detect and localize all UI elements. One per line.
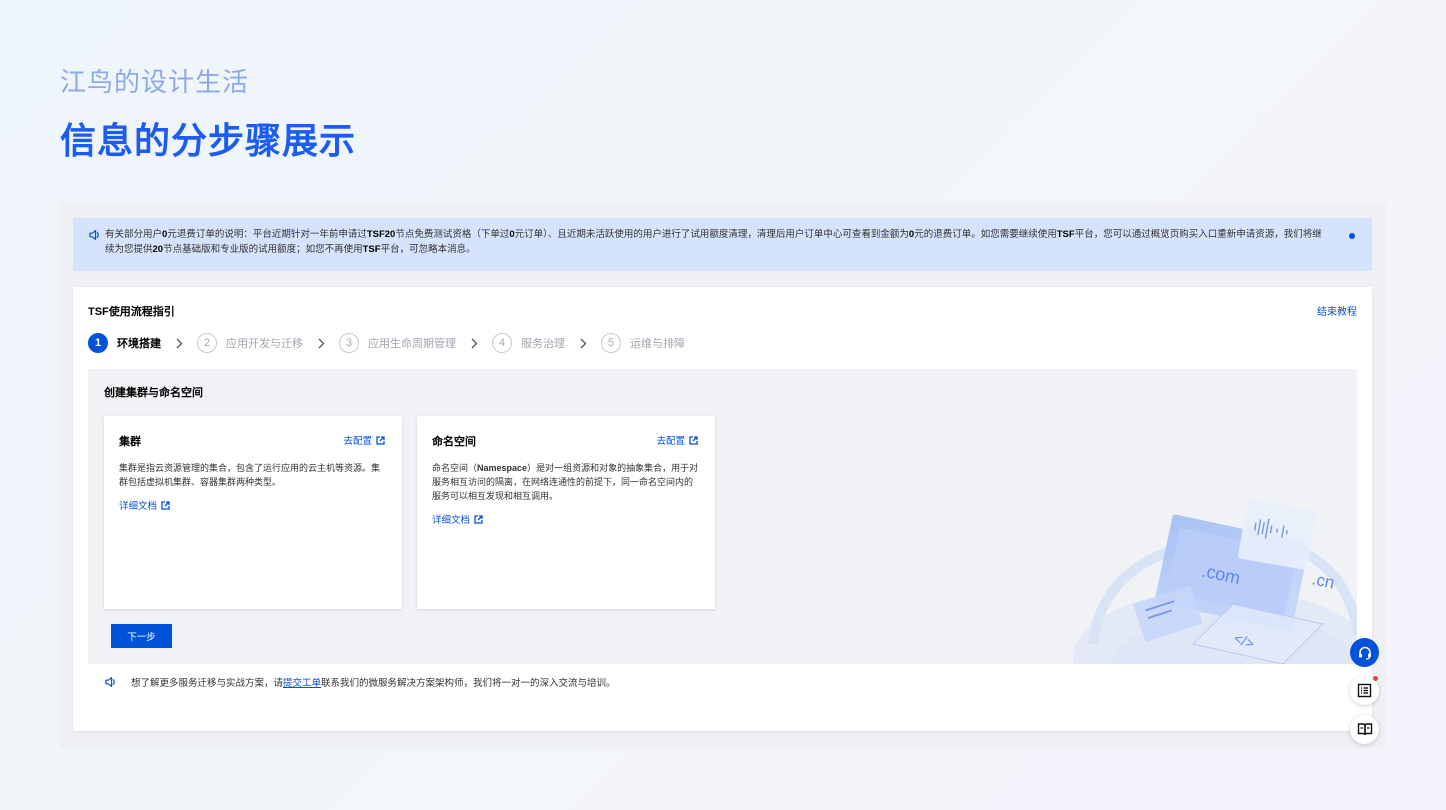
section-title: 创建集群与命名空间: [104, 387, 203, 399]
blog-title: 信息的分步骤展示: [60, 120, 357, 161]
step-label: 环境搭建: [117, 338, 161, 350]
namespace-card: 命名空间 去配置 命名空间（Namespace）是对一组资源和对象的抽象集合，用…: [417, 416, 715, 609]
cn-text: .cn: [1310, 569, 1336, 592]
external-link-icon: [474, 514, 483, 524]
headset-icon[interactable]: [1350, 638, 1379, 667]
step-2[interactable]: 2 应用开发与迁移: [197, 333, 303, 353]
configure-namespace-link[interactable]: 去配置: [656, 433, 698, 447]
blog-subtitle: 江鸟的设计生活: [60, 67, 250, 97]
step-4[interactable]: 4 服务治理: [492, 333, 565, 353]
card-description: 集群是指云资源管理的集合，包含了运行应用的云主机等资源。集群包括虚拟机集群、容器…: [119, 463, 381, 487]
next-step-button[interactable]: 下一步: [111, 624, 172, 648]
book-icon[interactable]: [1350, 715, 1379, 744]
step-label: 应用开发与迁移: [226, 338, 303, 350]
cluster-doc-link[interactable]: 详细文档: [119, 498, 170, 512]
step-number: 3: [339, 333, 359, 353]
configure-cluster-link[interactable]: 去配置: [343, 433, 385, 447]
cloud-illustration: .com .cn </>: [1073, 499, 1357, 664]
external-link-icon: [376, 435, 385, 445]
tip-text-before: 想了解更多服务迁移与实战方案，请: [131, 678, 284, 689]
stepper: 1 环境搭建 2 应用开发与迁移 3 应用生命周期管理 4 服务治理 5 运维与…: [88, 333, 685, 353]
card-description: 命名空间（Namespace）是对一组资源和对象的抽象集合，用于对服务相互访问的…: [432, 463, 699, 501]
chevron-right-icon: [565, 338, 601, 349]
step-label: 应用生命周期管理: [368, 338, 456, 350]
link-label: 去配置: [656, 436, 685, 447]
external-link-icon: [689, 435, 698, 445]
submit-ticket-link[interactable]: 提交工单: [283, 675, 321, 689]
chevron-right-icon: [456, 338, 492, 349]
link-label: 详细文档: [432, 515, 471, 526]
card-title: 集群: [119, 436, 141, 448]
step-3[interactable]: 3 应用生命周期管理: [339, 333, 456, 353]
step-1[interactable]: 1 环境搭建: [88, 333, 161, 353]
end-tutorial-link[interactable]: 结束教程: [1317, 303, 1357, 318]
notice-banner: 有关部分用户0元退费订单的说明：平台近期针对一年前申请过TSF20节点免费测试资…: [73, 218, 1372, 271]
link-label: 详细文档: [119, 501, 158, 512]
step-number: 1: [88, 333, 108, 353]
notice-text: 有关部分用户0元退费订单的说明：平台近期针对一年前申请过TSF20节点免费测试资…: [105, 229, 1322, 255]
bottom-tip: 想了解更多服务迁移与实战方案，请 提交工单 联系我们的微服务解决方案架构师，我们…: [105, 675, 616, 689]
step-number: 5: [601, 333, 621, 353]
console-screenshot: 有关部分用户0元退费订单的说明：平台近期针对一年前申请过TSF20节点免费测试资…: [60, 203, 1386, 749]
speaker-icon: [105, 677, 115, 687]
card-title: 命名空间: [432, 436, 476, 448]
guide-panel: TSF使用流程指引 结束教程 1 环境搭建 2 应用开发与迁移 3 应用生命周期…: [73, 287, 1372, 731]
cluster-card: 集群 去配置 集群是指云资源管理的集合，包含了运行应用的云主机等资源。集群包括虚…: [104, 416, 402, 609]
step-label: 服务治理: [521, 338, 565, 350]
step-content: 创建集群与命名空间 集群 去配置 集群是指云资源管理的集合，包含了运行应用的云主…: [88, 369, 1357, 664]
speaker-icon: [89, 230, 99, 240]
guide-title: TSF使用流程指引: [88, 306, 175, 318]
chevron-right-icon: [161, 338, 197, 349]
tip-text-after: 联系我们的微服务解决方案架构师，我们将一对一的深入交流与培训。: [321, 678, 616, 689]
external-link-icon: [161, 500, 170, 510]
notification-dot: [1373, 676, 1378, 681]
link-label: 去配置: [343, 436, 372, 447]
step-number: 4: [492, 333, 512, 353]
unread-dot: [1349, 233, 1355, 239]
step-number: 2: [197, 333, 217, 353]
namespace-doc-link[interactable]: 详细文档: [432, 512, 483, 526]
step-5[interactable]: 5 运维与排障: [601, 333, 685, 353]
step-label: 运维与排障: [630, 338, 685, 350]
chevron-right-icon: [303, 338, 339, 349]
